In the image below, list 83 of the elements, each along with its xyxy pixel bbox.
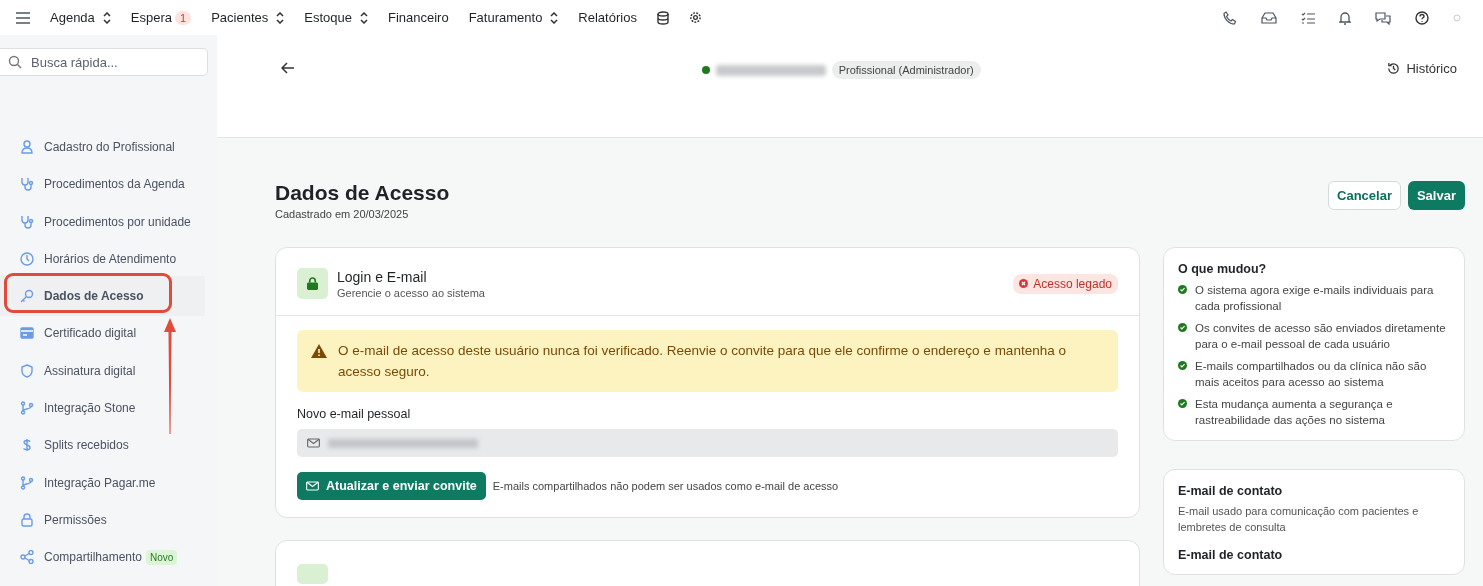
settings-icon[interactable] [688, 11, 702, 24]
history-button[interactable]: Histórico [1387, 61, 1457, 76]
chevron-updown-icon [276, 11, 285, 24]
chevron-updown-icon [359, 11, 368, 24]
check-circle-icon [1178, 361, 1187, 370]
chevron-updown-icon [102, 11, 111, 24]
mail-icon [307, 438, 320, 448]
key-icon [20, 289, 34, 304]
change-item-text: Os convites de acesso são enviados diretamente para o e-mail pessoal de cada usuário [1195, 321, 1447, 352]
status-circle-icon [1453, 13, 1461, 22]
database-icon[interactable] [656, 10, 669, 25]
hint-text: E-mails compartilhados não podem ser usados como e-mail de acesso [492, 480, 839, 492]
sidebar-item[interactable]: Compartilhamento Novo [0, 546, 205, 569]
page-title: Dados de Acesso [275, 181, 450, 205]
field-label: E-mail de contato [1178, 548, 1284, 562]
online-status-dot [701, 66, 710, 74]
checklist-icon[interactable] [1301, 11, 1315, 24]
history-icon [1387, 62, 1401, 75]
user-icon [20, 140, 34, 154]
card-subtitle: Gerencie o acesso ao sistema [337, 286, 486, 299]
card-description: E-mail usado para comunicação com pacientes e lembretes de consulta [1178, 504, 1420, 535]
sidebar-item[interactable]: Permissões [0, 508, 205, 531]
menu-icon[interactable] [16, 11, 30, 24]
check-circle-icon [1178, 399, 1187, 408]
nav-menu-item[interactable]: Estoque [294, 4, 378, 31]
back-arrow-icon[interactable] [281, 62, 295, 74]
sidebar-item[interactable]: Horários de Atendimento [0, 247, 205, 270]
warning-icon [311, 344, 327, 358]
save-button[interactable]: Salvar [1407, 181, 1465, 210]
chat-icon[interactable] [1375, 10, 1391, 25]
count-badge: 1 [175, 10, 192, 25]
shield-icon [20, 363, 34, 378]
section-icon [297, 564, 328, 584]
dollar-icon [20, 438, 34, 453]
share-icon [20, 550, 34, 565]
search-icon [8, 55, 22, 69]
sidebar-item[interactable]: Integração Stone [0, 397, 205, 420]
sidebar-item[interactable]: Splits recebidos [0, 434, 205, 457]
branch-icon [20, 401, 34, 416]
chevron-updown-icon [550, 11, 559, 24]
warning-text: O e-mail de acesso deste usuário nunca foi verificado. Reenvie o convite para que ele confirme o endereço e mantenha o acesso seguro. [338, 342, 1067, 381]
nav-menu-item[interactable]: Espera 1 [120, 4, 202, 31]
nav-menu-item[interactable]: Pacientes [201, 4, 295, 31]
lock-icon [20, 512, 34, 527]
sidebar-item[interactable]: Assinatura digital [0, 359, 205, 382]
card-title: O que mudou? [1178, 262, 1268, 276]
sidebar-item[interactable]: Certificado digital [0, 322, 205, 345]
send-invite-button[interactable]: Atualizar e enviar convite [297, 472, 486, 500]
sidebar-item[interactable]: Procedimentos por unidade [0, 210, 205, 233]
phone-icon[interactable] [1223, 10, 1237, 25]
change-item-text: E-mails compartilhados ou da clínica não são mais aceitos para acesso ao sistema [1195, 359, 1428, 390]
branch-icon [20, 475, 34, 490]
sidebar-item[interactable]: Dados de Acesso [0, 276, 205, 317]
cancel-button[interactable]: Cancelar [1328, 181, 1401, 210]
stethoscope-icon [20, 177, 34, 192]
check-circle-icon [1178, 285, 1187, 294]
bell-icon[interactable] [1339, 10, 1351, 25]
nav-menu-item[interactable]: Agenda [40, 4, 121, 31]
mail-icon [306, 481, 319, 491]
nav-menu-item[interactable]: Relatórios [568, 4, 647, 31]
card-title: E-mail de contato [1178, 484, 1284, 498]
check-circle-icon [1178, 323, 1187, 332]
change-item-text: Esta mudança aumenta a segurança e rastreabilidade das ações no sistema [1195, 397, 1394, 428]
sidebar-item[interactable]: Integração Pagar.me [0, 471, 205, 494]
nav-menu-item[interactable]: Faturamento [458, 4, 569, 31]
help-icon[interactable] [1415, 10, 1429, 25]
role-badge: Profissional (Administrador) [831, 61, 981, 79]
stethoscope-icon [20, 214, 34, 229]
clock-icon [20, 251, 34, 266]
sidebar-item[interactable]: Procedimentos da Agenda [0, 173, 205, 196]
status-badge: Acesso legado [1013, 273, 1118, 294]
inbox-icon[interactable] [1261, 11, 1277, 24]
email-input-field[interactable] [297, 429, 1118, 457]
card-title: Login e E-mail [337, 268, 428, 285]
new-badge: Novo [146, 549, 178, 565]
card-icon [20, 326, 34, 341]
change-item-text: O sistema agora exige e-mails individuais para cada profissional [1195, 283, 1435, 314]
search-field[interactable]: Busca rápida... [0, 48, 208, 76]
lock-icon [297, 268, 328, 299]
registration-date: Cadastrado em 20/03/2025 [275, 208, 410, 220]
field-label: Novo e-mail pessoal [297, 407, 412, 421]
sidebar-item[interactable]: Cadastro do Profissional [0, 136, 205, 158]
nav-menu-item[interactable]: Financeiro [377, 4, 459, 31]
